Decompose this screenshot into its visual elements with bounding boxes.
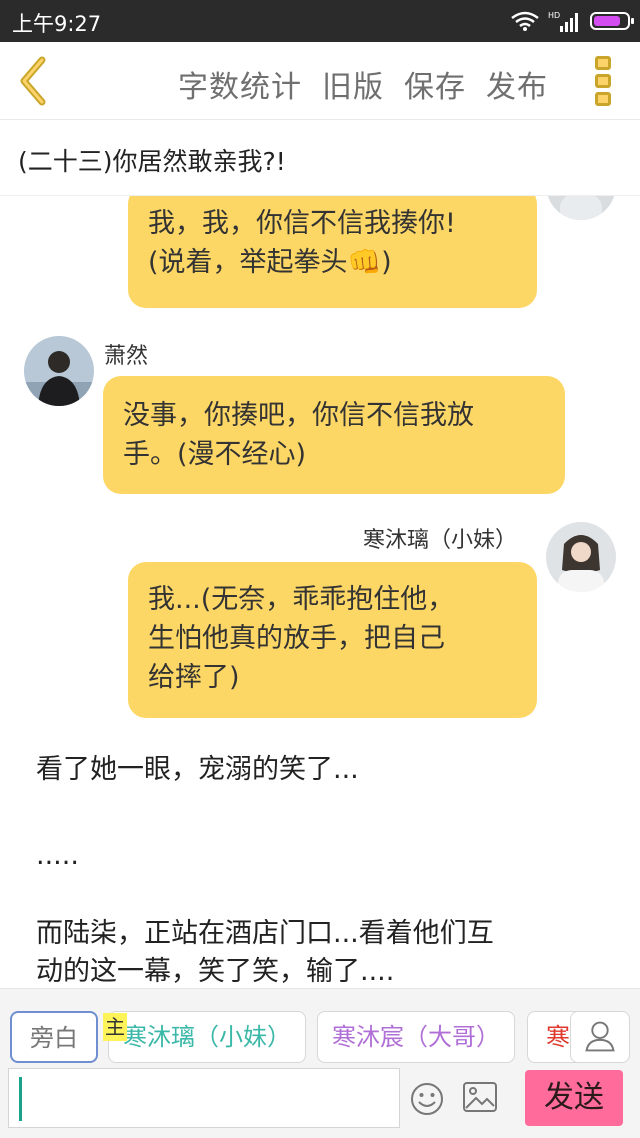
wifi-icon xyxy=(511,11,539,31)
status-time: 上午9:27 xyxy=(12,12,102,36)
status-bar: 上午9:27 HD xyxy=(0,0,640,42)
message-bubble[interactable]: 没事，你揍吧，你信不信我放 手。(漫不经心) xyxy=(103,376,565,494)
narration-text[interactable]: 动的这一幕，笑了笑，输了.... xyxy=(36,952,394,988)
image-icon[interactable] xyxy=(463,1082,497,1114)
message-input[interactable] xyxy=(8,1068,400,1128)
narration-text[interactable]: 看了她一眼，宠溺的笑了... xyxy=(36,750,359,790)
message-text: 没事，你揍吧，你信不信我放 xyxy=(123,400,474,431)
person-icon xyxy=(585,1021,615,1052)
svg-text:HD: HD xyxy=(548,11,560,20)
message-text: (说着，举起拳头👊) xyxy=(148,247,392,278)
send-button[interactable]: 发送 xyxy=(525,1070,623,1126)
avatar-sister[interactable] xyxy=(546,196,616,220)
battery-icon xyxy=(590,12,634,30)
message-text: 生怕他真的放手，把自己 xyxy=(148,623,445,654)
chevron-left-icon[interactable] xyxy=(14,56,54,106)
chat-area[interactable]: 我，我，你信不信我揍你! (说着，举起拳头👊) 萧然 没事，你揍吧，你信不信我放… xyxy=(0,196,640,988)
old-version-button[interactable]: 旧版 xyxy=(322,62,384,106)
avatar-xiaoran[interactable] xyxy=(24,336,94,406)
toolbar-actions: 字数统计 旧版 保存 发布 xyxy=(178,62,568,106)
publish-button[interactable]: 发布 xyxy=(486,62,548,106)
message-text: 手。(漫不经心) xyxy=(123,439,307,470)
narrator-chip[interactable]: 旁白 xyxy=(10,1011,98,1063)
message-bubble[interactable]: 我，我，你信不信我揍你! (说着，举起拳头👊) xyxy=(128,196,537,308)
main-character-tag: 主 xyxy=(103,1013,127,1041)
message-text: 给摔了) xyxy=(148,662,240,693)
add-character-button[interactable] xyxy=(570,1011,630,1063)
narration-text[interactable]: 而陆柒，正站在酒店门口...看着他们互 xyxy=(36,914,494,954)
narration-text[interactable]: ..... xyxy=(36,836,79,876)
character-selector: 旁白 寒沐璃（小妹） 主 寒沐宸（大哥） 寒 xyxy=(0,988,640,1068)
word-count-button[interactable]: 字数统计 xyxy=(178,62,302,106)
editor-toolbar: 字数统计 旧版 保存 发布 xyxy=(0,42,640,120)
save-button[interactable]: 保存 xyxy=(404,62,466,106)
emoji-icon[interactable] xyxy=(410,1082,444,1116)
message-bubble[interactable]: 我...(无奈，乖乖抱住他， 生怕他真的放手，把自己 给摔了) xyxy=(128,562,537,718)
chapter-title[interactable]: (二十三)你居然敢亲我?! xyxy=(18,142,286,178)
avatar-sister[interactable] xyxy=(546,522,616,592)
character-chip[interactable]: 寒沐璃（小妹） xyxy=(108,1011,306,1063)
text-caret xyxy=(19,1077,22,1121)
sender-name: 寒沐璃（小妹） xyxy=(363,528,518,553)
message-text: 我，我，你信不信我揍你! xyxy=(148,208,456,239)
signal-icon: HD xyxy=(548,11,578,32)
input-bar: 发送 xyxy=(0,1068,640,1138)
message-text: 我...(无奈，乖乖抱住他， xyxy=(148,584,455,615)
character-chip[interactable]: 寒沐宸（大哥） xyxy=(317,1011,515,1063)
more-vertical-icon[interactable] xyxy=(595,56,613,108)
sender-name: 萧然 xyxy=(104,344,149,369)
